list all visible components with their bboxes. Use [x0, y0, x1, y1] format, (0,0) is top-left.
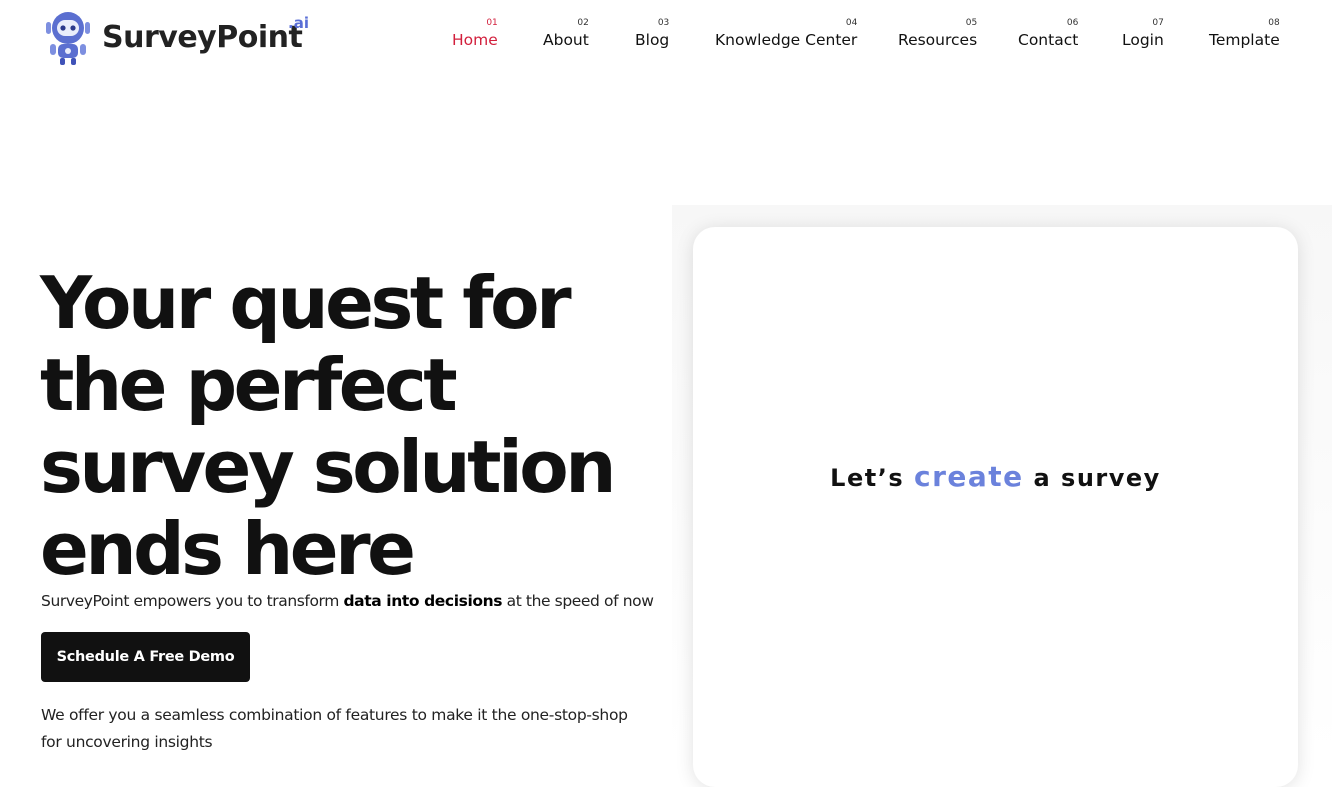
hero-subtitle: SurveyPoint empowers you to transform da…	[41, 592, 654, 610]
nav-number: 02	[577, 18, 589, 28]
nav-number: 08	[1268, 18, 1280, 28]
nav-number: 05	[965, 18, 978, 28]
nav-number: 04	[845, 18, 858, 28]
nav-item-resources[interactable]: 05 Resources	[898, 18, 977, 49]
brand-suffix: .ai	[288, 14, 309, 32]
card-text-pre: Let’s	[830, 464, 914, 492]
headline-line: survey solution	[40, 425, 616, 509]
survey-preview-card: Let’s create a survey	[693, 227, 1298, 787]
card-text-highlight: create	[913, 460, 1024, 493]
nav-number: 07	[1152, 18, 1164, 28]
nav-label: Contact	[1018, 31, 1079, 49]
nav-label: Login	[1122, 31, 1164, 49]
nav-label: Resources	[898, 31, 978, 49]
hero-description: We offer you a seamless combination of f…	[41, 706, 628, 751]
nav-number: 01	[486, 18, 498, 28]
nav-item-contact[interactable]: 06 Contact	[1018, 18, 1078, 49]
headline-line: the perfect	[40, 343, 458, 427]
brand-name: SurveyPoint	[102, 19, 303, 55]
nav-number: 06	[1066, 18, 1079, 28]
nav-label: Template	[1209, 31, 1280, 49]
subtitle-text: SurveyPoint empowers you to transform	[41, 592, 344, 610]
nav-number: 03	[657, 18, 670, 28]
nav-item-home[interactable]: 01 Home	[452, 18, 498, 49]
card-headline: Let’s create a survey	[693, 460, 1298, 493]
nav-item-login[interactable]: 07 Login	[1122, 18, 1164, 49]
nav-item-template[interactable]: 08 Template	[1209, 18, 1280, 49]
subtitle-text: at the speed of now	[502, 592, 654, 610]
nav-item-about[interactable]: 02 About	[543, 18, 589, 49]
headline-line: Your quest for	[40, 261, 572, 345]
nav-label: About	[543, 31, 589, 49]
nav-item-blog[interactable]: 03 Blog	[635, 18, 669, 49]
card-text-post: a survey	[1023, 464, 1161, 492]
logo[interactable]: SurveyPoint .ai	[40, 8, 309, 66]
nav-label: Blog	[635, 31, 670, 49]
robot-mascot-icon	[46, 12, 90, 65]
nav-item-knowledge-center[interactable]: 04 Knowledge Center	[715, 18, 857, 49]
nav-label: Knowledge Center	[715, 31, 858, 49]
nav-label: Home	[452, 31, 498, 49]
schedule-demo-button[interactable]: Schedule A Free Demo	[41, 632, 250, 682]
subtitle-emphasis: data into decisions	[343, 592, 503, 610]
hero-headline: Your quest for the perfect survey soluti…	[40, 262, 640, 590]
headline-line: ends here	[40, 507, 416, 591]
